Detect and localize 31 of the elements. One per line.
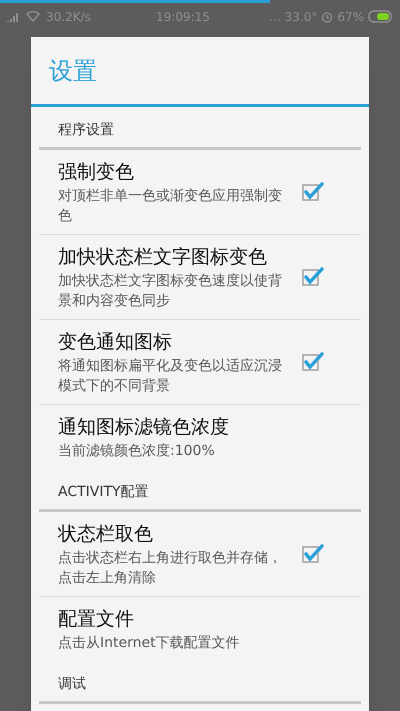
- item-summary: 点击状态栏右上角进行取色并存储，点击左上角清除: [58, 549, 283, 588]
- settings-item[interactable]: 状态栏取色 点击状态栏右上角进行取色并存储，点击左上角清除: [39, 512, 361, 597]
- item-title: 强制变色: [58, 160, 135, 185]
- settings-item[interactable]: 加快状态栏文字图标变色 加快状态栏文字图标变色速度以使背景和内容变色同步: [39, 235, 361, 320]
- checked-checkbox[interactable]: [301, 350, 325, 374]
- dialog-title: 设置: [49, 56, 97, 86]
- item-title: 加快状态栏文字图标变色: [58, 245, 268, 270]
- section-header: ACTIVITY配置: [58, 484, 149, 500]
- item-summary: 点击从Internet下载配置文件: [58, 634, 241, 653]
- section-header: 程序设置: [58, 122, 114, 138]
- checked-checkbox[interactable]: [301, 180, 325, 204]
- alarm-icon: [321, 10, 334, 22]
- more-dots: ...: [269, 8, 281, 26]
- checked-checkbox[interactable]: [301, 265, 325, 289]
- item-summary: 将通知图标扁平化及变色以适应沉浸模式下的不同背景: [58, 357, 283, 396]
- signal-icon: [6, 12, 20, 22]
- item-title: 变色通知图标: [58, 330, 173, 355]
- item-title: 状态栏取色: [58, 522, 154, 547]
- checked-checkbox[interactable]: [301, 542, 325, 566]
- item-summary: 加快状态栏文字图标变色速度以使背景和内容变色同步: [58, 272, 283, 311]
- item-title: 通知图标滤镜色浓度: [58, 415, 230, 440]
- section-header: 调试: [58, 676, 86, 692]
- item-summary: 对顶栏非单一色或渐变色应用强制变色: [58, 187, 283, 226]
- settings-item[interactable]: 变色通知图标 将通知图标扁平化及变色以适应沉浸模式下的不同背景: [39, 320, 361, 405]
- battery-icon: [368, 10, 394, 23]
- settings-item[interactable]: 强制变色 对顶栏非单一色或渐变色应用强制变色: [39, 150, 361, 235]
- wifi-icon: [26, 11, 40, 22]
- item-summary: 当前滤镜颜色浓度:100%: [58, 442, 216, 461]
- item-title: 配置文件: [58, 607, 135, 632]
- settings-item[interactable]: 配置文件 点击从Internet下载配置文件: [39, 597, 361, 661]
- settings-item[interactable]: 通知图标滤镜色浓度 当前滤镜颜色浓度:100%: [39, 405, 361, 469]
